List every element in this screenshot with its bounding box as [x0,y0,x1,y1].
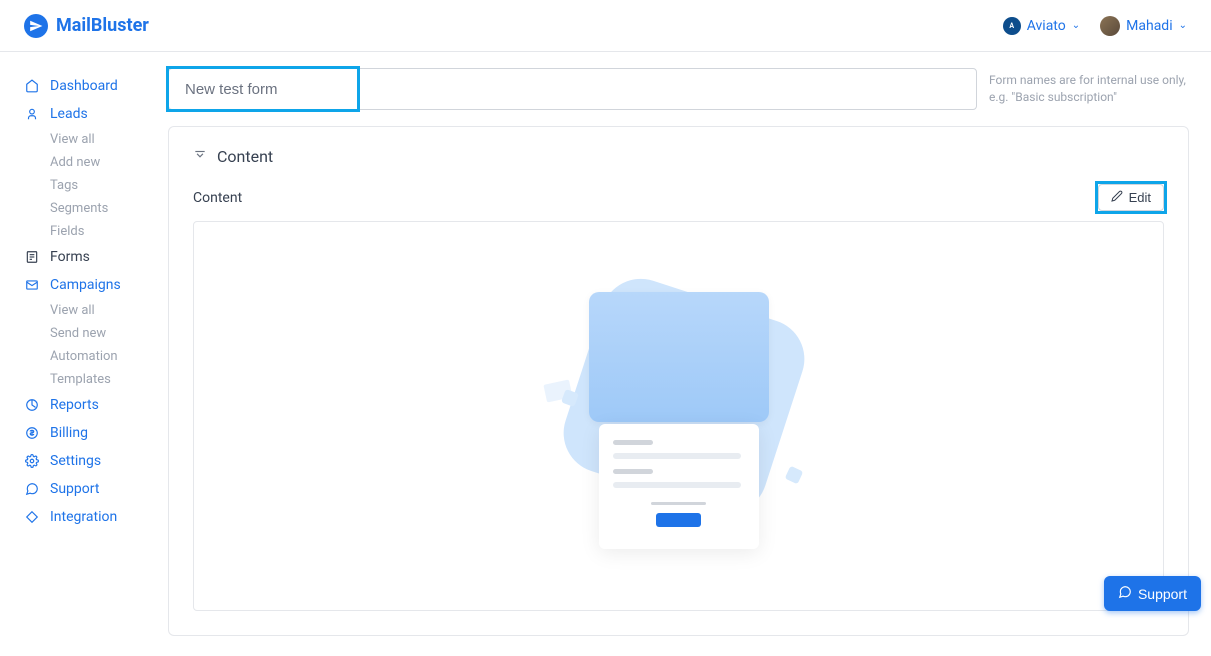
content-label: Content [193,190,242,206]
nav-leads-tags[interactable]: Tags [50,174,160,197]
paper-plane-icon [24,14,48,38]
chat-icon [24,482,40,496]
panel-header[interactable]: Content [193,147,1164,166]
nav-dashboard[interactable]: Dashboard [24,72,160,100]
home-icon [24,79,40,93]
dollar-icon [24,426,40,440]
chart-icon [24,398,40,412]
diamond-icon [24,510,40,524]
nav-settings[interactable]: Settings [24,447,160,475]
org-switcher[interactable]: A Aviato ⌄ [1003,17,1080,35]
panel-title: Content [217,147,273,166]
nav-camp-templates[interactable]: Templates [50,368,160,391]
sidebar: Dashboard Leads View all Add new Tags Se… [0,52,160,656]
envelope-icon [24,278,40,292]
empty-state-illustration [559,276,799,556]
nav-leads-addnew[interactable]: Add new [50,151,160,174]
nav-leads-segments[interactable]: Segments [50,197,160,220]
user-icon [24,107,40,121]
brand-logo[interactable]: MailBluster [24,14,149,38]
collapse-icon [193,147,207,166]
nav-leads-fields[interactable]: Fields [50,220,160,243]
content-panel: Content Content Edit [168,126,1189,636]
nav-leads-viewall[interactable]: View all [50,128,160,151]
nav-reports[interactable]: Reports [24,391,160,419]
org-avatar-icon: A [1003,17,1021,35]
nav-campaigns[interactable]: Campaigns [24,271,160,299]
nav-integration[interactable]: Integration [24,503,160,531]
support-fab-button[interactable]: Support [1104,576,1201,611]
form-name-hint: Form names are for internal use only, e.… [989,68,1189,106]
org-name: Aviato [1027,18,1066,34]
content-preview [193,221,1164,611]
user-name: Mahadi [1126,18,1172,34]
nav-forms[interactable]: Forms [24,243,160,271]
pencil-icon [1111,190,1123,205]
user-avatar-icon [1100,16,1120,36]
chevron-down-icon: ⌄ [1179,20,1187,31]
form-name-input[interactable] [168,68,977,110]
nav-leads[interactable]: Leads [24,100,160,128]
nav-support[interactable]: Support [24,475,160,503]
edit-content-button[interactable]: Edit [1098,184,1164,211]
nav-billing[interactable]: Billing [24,419,160,447]
nav-camp-viewall[interactable]: View all [50,299,160,322]
chevron-down-icon: ⌄ [1072,20,1080,31]
nav-camp-sendnew[interactable]: Send new [50,322,160,345]
nav-camp-automation[interactable]: Automation [50,345,160,368]
user-menu[interactable]: Mahadi ⌄ [1100,16,1187,36]
gear-icon [24,454,40,468]
form-icon [24,250,40,264]
chat-icon [1118,585,1132,602]
brand-name: MailBluster [56,15,149,36]
